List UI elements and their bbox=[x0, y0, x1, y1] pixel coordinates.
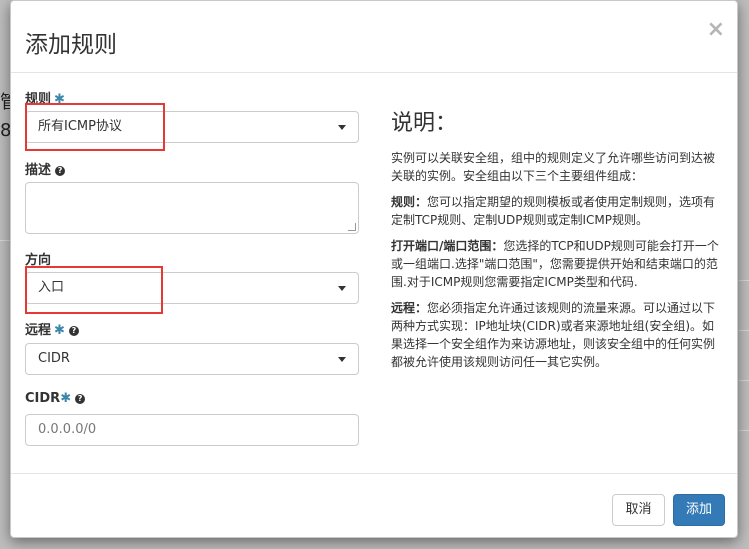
caret-down-icon bbox=[338, 357, 346, 362]
help-title: 说明： bbox=[391, 111, 458, 136]
cidr-label: CIDR✱? bbox=[25, 391, 86, 406]
cidr-placeholder: 0.0.0.0/0 bbox=[38, 422, 97, 437]
description-label-text: 描述 bbox=[25, 163, 52, 178]
required-asterisk-icon: ✱ bbox=[54, 323, 65, 338]
help-rule-paragraph: 规则：您可以指定期望的规则模板或者使用定制规则，选项有定制TCP规则、定制UDP… bbox=[391, 193, 721, 229]
cancel-button[interactable]: 取消 bbox=[612, 494, 665, 526]
help-icon[interactable]: ? bbox=[55, 166, 66, 176]
description-label: 描述? bbox=[25, 159, 66, 178]
remote-label: 远程 ✱? bbox=[25, 319, 79, 338]
dialog-footer: 取消 添加 bbox=[11, 473, 737, 539]
background-divider bbox=[0, 240, 10, 241]
background-divider bbox=[739, 280, 749, 281]
help-rule-text: 您可以指定期望的规则模板或者使用定制规则，选项有定制TCP规则、定制UDP规则或… bbox=[391, 195, 716, 227]
dialog-header: 添加规则 × bbox=[11, 1, 737, 73]
help-port-term: 打开端口/端口范围： bbox=[391, 239, 504, 253]
cidr-label-text: CIDR bbox=[25, 391, 61, 406]
rule-select-highlight bbox=[25, 103, 165, 151]
remote-select-value: CIDR bbox=[38, 351, 70, 366]
background-divider bbox=[739, 430, 749, 431]
cidr-input[interactable]: 0.0.0.0/0 bbox=[25, 414, 359, 446]
help-rule-term: 规则： bbox=[391, 195, 428, 209]
add-rule-dialog: 添加规则 × 规则 ✱ 所有ICMP协议 描述? 方向 入口 远程 ✱? CIDR … bbox=[10, 0, 738, 538]
required-asterisk-icon: ✱ bbox=[60, 391, 72, 406]
close-icon[interactable]: × bbox=[707, 18, 725, 42]
direction-select-highlight bbox=[25, 266, 163, 314]
dialog-title: 添加规则 bbox=[25, 32, 117, 58]
resize-grip-icon[interactable] bbox=[348, 223, 356, 231]
help-intro: 实例可以关联安全组，组中的规则定义了允许哪些访问到达被关联的实例。安全组由以下三… bbox=[391, 151, 716, 183]
help-panel: 说明： 实例可以关联安全组，组中的规则定义了允许哪些访问到达被关联的实例。安全组… bbox=[391, 105, 721, 379]
background-divider bbox=[739, 380, 749, 381]
caret-down-icon bbox=[338, 125, 346, 130]
help-port-paragraph: 打开端口/端口范围：您选择的TCP和UDP规则可能会打开一个或一组端口.选择"端… bbox=[391, 237, 721, 291]
remote-label-text: 远程 bbox=[25, 323, 52, 338]
remote-select[interactable]: CIDR bbox=[25, 343, 359, 375]
help-remote-paragraph: 远程：您必须指定允许通过该规则的流量来源。可以通过以下两种方式实现：IP地址块(… bbox=[391, 299, 721, 371]
add-button[interactable]: 添加 bbox=[673, 494, 725, 526]
help-icon[interactable]: ? bbox=[68, 326, 79, 336]
help-icon[interactable]: ? bbox=[75, 394, 86, 404]
description-textarea[interactable] bbox=[25, 182, 359, 234]
help-remote-term: 远程： bbox=[391, 301, 428, 315]
help-remote-text: 您必须指定允许通过该规则的流量来源。可以通过以下两种方式实现：IP地址块(CID… bbox=[391, 301, 716, 369]
background-divider bbox=[739, 330, 749, 331]
caret-down-icon bbox=[338, 286, 346, 291]
